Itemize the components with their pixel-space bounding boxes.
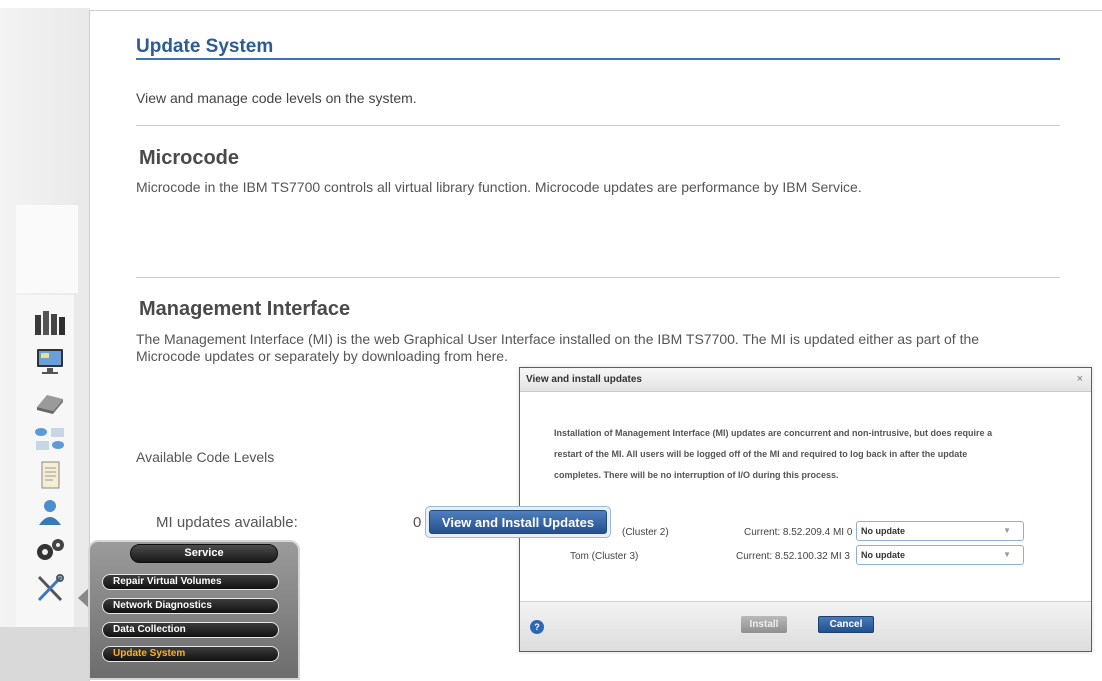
mi-updates-count: 0 xyxy=(413,514,422,531)
service-tools-icon[interactable] xyxy=(30,572,70,604)
divider xyxy=(136,125,1060,126)
menu-item-repair-virtual-volumes[interactable]: Repair Virtual Volumes xyxy=(102,574,279,590)
cartridge-icon[interactable] xyxy=(30,386,70,418)
update-select-value: No update xyxy=(861,550,905,560)
rail-footer xyxy=(0,627,90,681)
menu-item-network-diagnostics[interactable]: Network Diagnostics xyxy=(102,598,279,614)
page-subtitle: View and manage code levels on the syste… xyxy=(136,90,417,106)
user-icon[interactable] xyxy=(30,496,70,528)
dialog-message-line: restart of the MI. All users will be log… xyxy=(554,449,968,459)
volumes-icon[interactable] xyxy=(30,423,70,455)
menu-item-data-collection[interactable]: Data Collection xyxy=(102,622,279,638)
menu-item-update-system[interactable]: Update System xyxy=(102,646,279,662)
dialog-footer: ? Install Cancel xyxy=(520,601,1091,651)
settings-icon[interactable] xyxy=(30,534,70,566)
mi-heading: Management Interface xyxy=(139,298,351,320)
microcode-heading: Microcode xyxy=(139,147,240,169)
monitor-icon[interactable] xyxy=(30,345,70,377)
chevron-down-icon: ▼ xyxy=(1003,550,1011,559)
current-version: Current: 8.52.209.4 MI 0 xyxy=(744,527,853,538)
chevron-down-icon: ▼ xyxy=(1003,526,1011,535)
microcode-description: Microcode in the IBM TS7700 controls all… xyxy=(136,179,862,195)
mi-updates-label: MI updates available: xyxy=(156,514,298,531)
update-select-value: No update xyxy=(861,526,905,536)
cancel-button[interactable]: Cancel xyxy=(818,616,874,633)
cluster-name: (Cluster 2) xyxy=(622,527,669,538)
divider xyxy=(136,277,1060,278)
help-icon[interactable]: ? xyxy=(530,620,544,634)
current-version: Current: 8.52.100.32 MI 3 xyxy=(736,551,850,562)
dialog-message-line: Installation of Management Interface (MI… xyxy=(554,428,993,438)
install-button[interactable]: Install xyxy=(741,616,787,633)
update-select[interactable]: No update ▼ xyxy=(856,521,1024,541)
view-install-updates-button[interactable]: View and Install Updates xyxy=(429,510,607,534)
mi-description-line1: The Management Interface (MI) is the web… xyxy=(136,331,980,347)
available-code-levels-label: Available Code Levels xyxy=(136,449,275,465)
close-icon[interactable]: × xyxy=(1077,373,1083,385)
dialog-message: Installation of Management Interface (MI… xyxy=(554,423,1064,486)
rail-panel xyxy=(16,205,78,293)
cluster-icon[interactable] xyxy=(30,307,70,339)
service-menu-title: Service xyxy=(130,544,278,563)
view-install-button-focus-ring: View and Install Updates xyxy=(425,506,611,538)
page-title: Update System xyxy=(136,36,1060,60)
mi-description-line2: Microcode updates or separately by downl… xyxy=(136,348,508,364)
dialog-title: View and install updates xyxy=(520,368,1091,392)
report-icon[interactable] xyxy=(30,459,70,491)
dialog-message-line: completes. There will be no interruption… xyxy=(554,470,839,480)
cluster-name: Tom (Cluster 3) xyxy=(570,551,639,562)
update-select[interactable]: No update ▼ xyxy=(856,545,1024,565)
